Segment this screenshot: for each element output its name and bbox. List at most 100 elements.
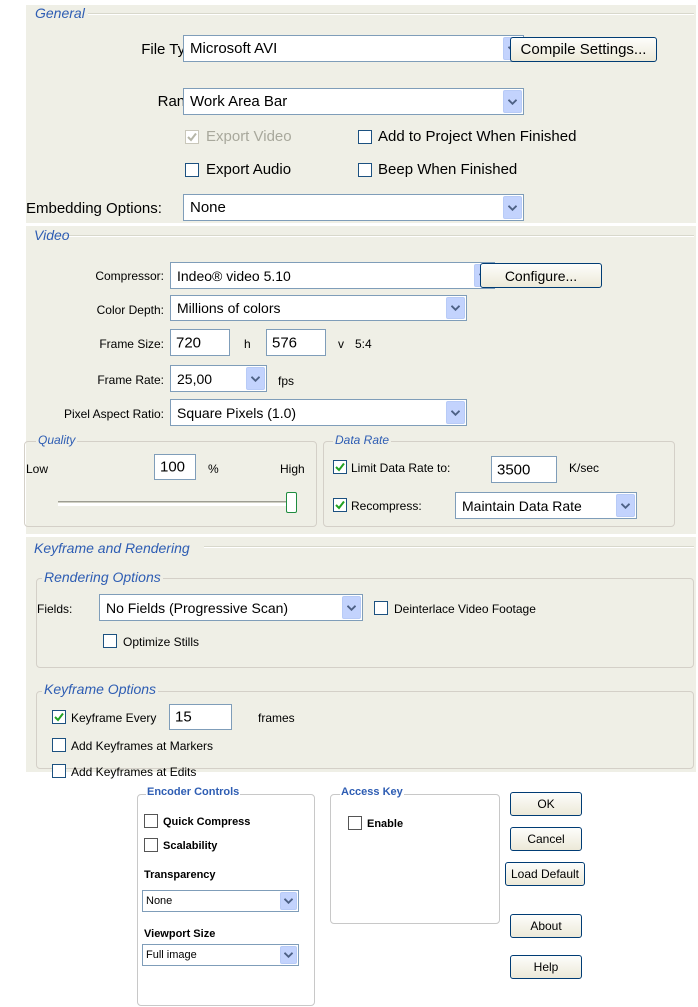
color-depth-value: Millions of colors (177, 300, 281, 316)
scalability-checkbox[interactable] (144, 838, 158, 852)
beep-label: Beep When Finished (378, 161, 518, 178)
quality-slider-thumb[interactable] (286, 492, 297, 513)
export-video-label: Export Video (206, 128, 292, 145)
general-panel: General File Type: Microsoft AVI Compile… (26, 5, 696, 223)
frame-width-input[interactable]: 720 (170, 329, 230, 356)
export-audio-checkbox[interactable] (185, 163, 199, 177)
chevron-down-icon[interactable] (342, 596, 361, 619)
compressor-label: Compressor: (95, 269, 164, 283)
limit-data-rate-input[interactable]: 3500 (491, 456, 557, 483)
enable-checkbox[interactable] (348, 816, 362, 830)
access-key-legend: Access Key (340, 786, 404, 798)
keyframe-options-group (36, 691, 694, 769)
cancel-button[interactable]: Cancel (510, 827, 582, 851)
general-divider (88, 13, 694, 15)
pixel-aspect-select[interactable]: Square Pixels (1.0) (170, 399, 467, 426)
quick-compress-checkbox[interactable] (144, 814, 158, 828)
export-audio-label: Export Audio (206, 161, 292, 178)
frame-height-input[interactable]: 576 (266, 329, 326, 356)
chevron-down-icon[interactable] (280, 892, 297, 910)
keyframes-edits-checkbox[interactable] (52, 764, 66, 778)
chevron-down-icon[interactable] (503, 196, 522, 219)
deinterlace-checkbox[interactable] (374, 601, 388, 615)
transparency-select[interactable]: None (142, 890, 299, 912)
chevron-down-icon[interactable] (446, 297, 465, 319)
keyframes-edits-label: Add Keyframes at Edits (71, 765, 197, 779)
fields-value: No Fields (Progressive Scan) (106, 599, 289, 616)
help-button[interactable]: Help (510, 955, 582, 979)
encoder-controls-legend: Encoder Controls (146, 786, 241, 798)
beep-checkbox[interactable] (358, 163, 372, 177)
viewport-select[interactable]: Full image (142, 944, 299, 966)
v-label: v (338, 337, 344, 351)
frames-label: frames (258, 711, 295, 725)
ok-button[interactable]: OK (510, 792, 582, 816)
h-label: h (244, 337, 251, 351)
quick-compress-label: Quick Compress (163, 816, 251, 828)
scalability-label: Scalability (163, 840, 218, 852)
file-type-select[interactable]: Microsoft AVI (183, 35, 524, 62)
chevron-down-icon[interactable] (280, 946, 297, 964)
file-type-value: Microsoft AVI (190, 40, 278, 57)
add-to-project-label: Add to Project When Finished (378, 128, 577, 145)
frame-rate-label: Frame Rate: (97, 373, 164, 387)
about-button[interactable]: About (510, 914, 582, 938)
fields-label: Fields: (37, 602, 73, 616)
aspect-label: 5:4 (355, 337, 372, 351)
keyframe-every-checkbox[interactable] (52, 710, 66, 724)
compile-settings-button[interactable]: Compile Settings... (510, 37, 657, 62)
color-depth-select[interactable]: Millions of colors (170, 295, 467, 321)
quality-slider-track[interactable] (58, 501, 296, 506)
quality-legend: Quality (36, 433, 78, 447)
keyframe-every-input[interactable]: 15 (169, 704, 232, 730)
keyframe-options-legend: Keyframe Options (42, 681, 159, 697)
keyframe-every-label: Keyframe Every (71, 711, 157, 725)
viewport-value: Full image (146, 949, 197, 961)
keyframe-panel: Keyframe and Rendering Rendering Options… (26, 537, 696, 772)
keyframes-markers-label: Add Keyframes at Markers (71, 739, 214, 753)
rendering-options-legend: Rendering Options (42, 569, 163, 585)
add-to-project-checkbox[interactable] (358, 130, 372, 144)
range-select[interactable]: Work Area Bar (183, 88, 524, 115)
limit-data-rate-checkbox[interactable] (333, 460, 347, 474)
recompress-select[interactable]: Maintain Data Rate (455, 492, 637, 519)
embedding-value: None (190, 199, 226, 216)
pixel-aspect-label: Pixel Aspect Ratio: (63, 407, 164, 421)
export-video-checkbox[interactable] (185, 130, 199, 144)
general-legend: General (35, 5, 85, 21)
quality-high-label: High (280, 462, 305, 476)
video-panel: Video Compressor: Indeo® video 5.10 Conf… (24, 226, 696, 534)
quality-input[interactable]: 100 (154, 454, 196, 480)
check-icon (335, 462, 345, 472)
keyframe-divider (204, 546, 694, 548)
optimize-stills-checkbox[interactable] (103, 634, 117, 648)
check-icon (335, 500, 345, 510)
frame-height-value: 576 (272, 334, 298, 351)
rendering-options-group (36, 578, 694, 668)
quality-low-label: Low (26, 462, 49, 476)
frame-rate-select[interactable]: 25,00 (170, 365, 267, 392)
fields-select[interactable]: No Fields (Progressive Scan) (99, 594, 363, 621)
color-depth-label: Color Depth: (96, 303, 164, 317)
compressor-select[interactable]: Indeo® video 5.10 (170, 262, 495, 289)
range-value: Work Area Bar (190, 93, 288, 110)
compressor-value: Indeo® video 5.10 (177, 267, 291, 284)
check-icon (54, 712, 64, 722)
recompress-value: Maintain Data Rate (462, 497, 582, 514)
video-legend: Video (34, 227, 70, 243)
configure-button[interactable]: Configure... (480, 263, 602, 288)
embedding-select[interactable]: None (183, 194, 524, 221)
enable-label: Enable (367, 818, 404, 830)
viewport-label: Viewport Size (144, 928, 216, 940)
keyframe-every-value: 15 (175, 708, 192, 726)
chevron-down-icon[interactable] (246, 367, 265, 390)
chevron-down-icon[interactable] (446, 401, 465, 424)
chevron-down-icon[interactable] (503, 90, 522, 113)
keyframes-markers-checkbox[interactable] (52, 738, 66, 752)
recompress-checkbox[interactable] (333, 498, 347, 512)
optimize-stills-label: Optimize Stills (123, 635, 200, 649)
video-divider (64, 235, 694, 237)
chevron-down-icon[interactable] (616, 494, 635, 517)
load-default-button[interactable]: Load Default (505, 862, 585, 886)
access-key-group (330, 794, 500, 924)
